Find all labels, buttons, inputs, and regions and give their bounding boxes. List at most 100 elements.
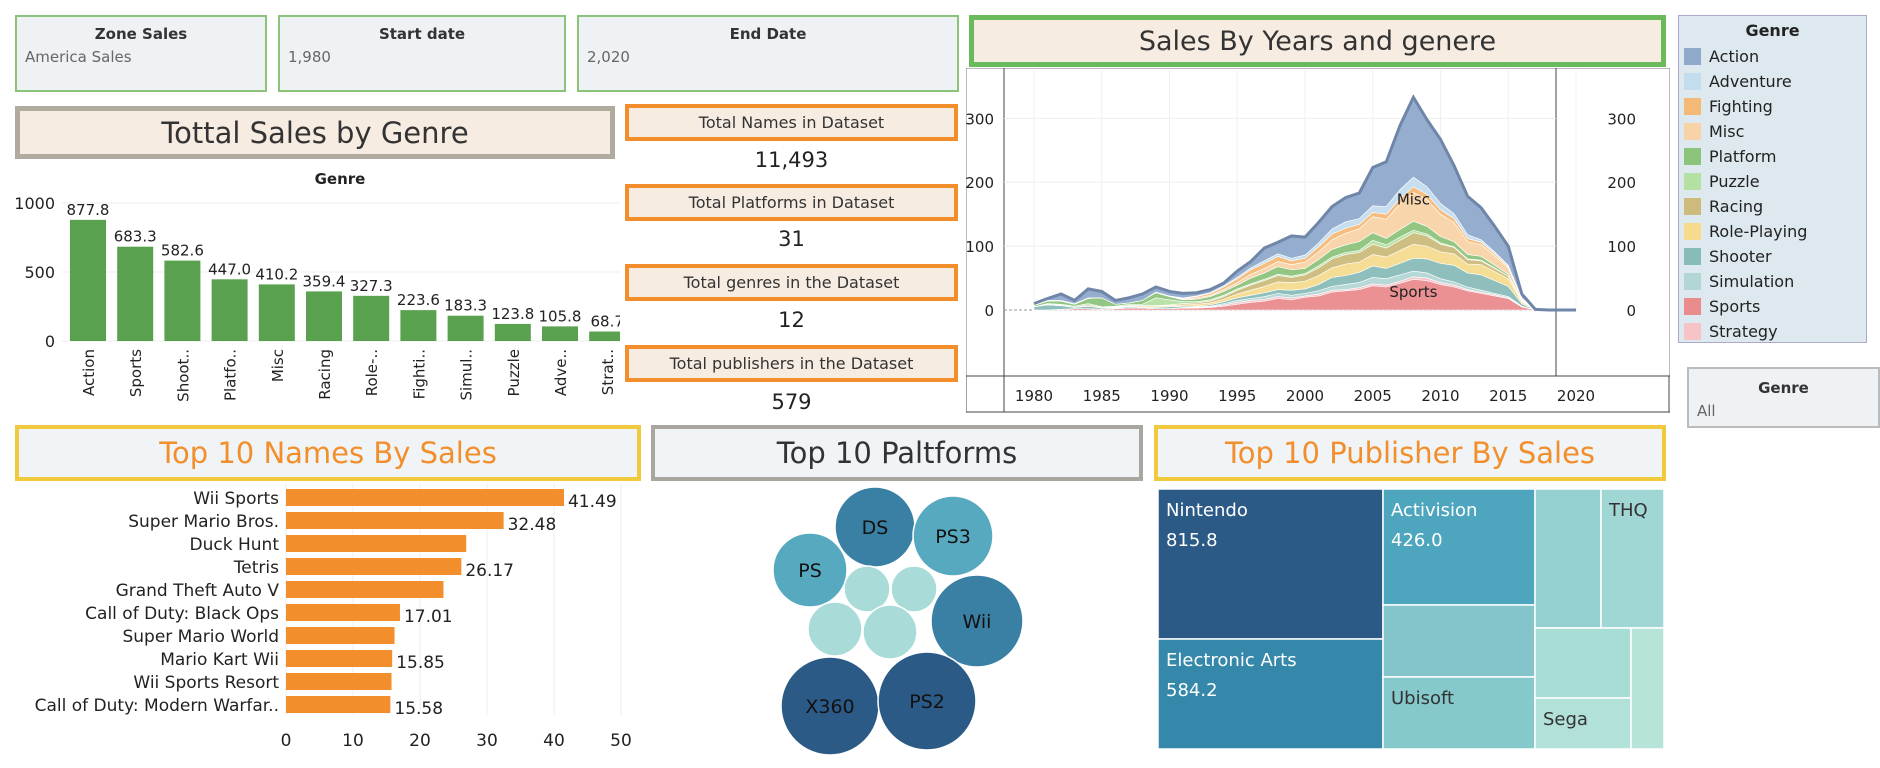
publishers-treemap: Nintendo 815.8 Electronic Arts 584.2 Activis…	[1158, 489, 1664, 749]
names-x-tick: 30	[476, 731, 498, 751]
legend-item-puzzle[interactable]: Puzzle	[1684, 171, 1760, 191]
names-category-label: Grand Theft Auto V	[116, 581, 280, 601]
genre-filter[interactable]: Genre All	[1687, 367, 1880, 428]
area-x-tick: 1980	[1015, 387, 1053, 405]
genre-category-label: Action	[80, 349, 98, 396]
area-y-tick-left: 0	[984, 302, 994, 320]
legend-swatch	[1684, 147, 1701, 165]
legend-item-shooter[interactable]: Shooter	[1684, 246, 1772, 266]
kpi-publishers-value: 579	[771, 390, 812, 414]
publisher-tile	[1534, 627, 1632, 699]
genre-bar-label: 877.8	[67, 201, 110, 219]
legend-label: Platform	[1709, 146, 1777, 166]
legend-item-platform[interactable]: Platform	[1684, 146, 1776, 166]
genre-sales-chart: Genre 0 500 1000 877.8 Action 683.3 Sports 582.6…	[14, 170, 620, 402]
legend-swatch	[1684, 97, 1701, 115]
genre-bar	[447, 315, 484, 341]
legend-swatch	[1684, 297, 1701, 315]
platforms-title-text: Top 10 Paltforms	[776, 436, 1018, 470]
kpi-genres-value: 12	[778, 308, 805, 332]
genre-category-label: Racing	[316, 349, 334, 400]
area-y-tick-left: 300	[966, 110, 994, 128]
legend-label: Simulation	[1709, 271, 1795, 291]
names-category-label: Super Mario World	[122, 627, 279, 647]
genre-axis-label: Genre	[315, 170, 366, 188]
names-x-tick: 50	[610, 731, 632, 751]
names-value-label: 41.49	[568, 492, 617, 512]
zone-sales-filter[interactable]: Zone Sales America Sales	[15, 15, 267, 92]
legend-item-fighting[interactable]: Fighting	[1684, 96, 1773, 116]
names-x-tick: 40	[543, 731, 565, 751]
names-category-label: Super Mario Bros.	[128, 512, 279, 532]
area-y-tick-right: 100	[1607, 238, 1636, 256]
legend-item-misc[interactable]: Misc	[1684, 121, 1744, 141]
genre-bar	[494, 323, 531, 341]
zone-sales-filter-title: Zone Sales	[94, 25, 188, 43]
genre-category-label: Puzzle	[505, 349, 523, 396]
platform-bubble-label: PS2	[909, 691, 945, 713]
genre-bar	[117, 246, 154, 341]
start-date-filter[interactable]: Start date 1,980	[278, 15, 566, 92]
genre-bar	[258, 284, 295, 341]
names-sales-title: Top 10 Names By Sales	[15, 425, 641, 481]
platform-bubble	[843, 565, 891, 613]
genre-bar	[164, 260, 201, 341]
genre-y-tick: 1000	[14, 194, 55, 213]
genre-legend: Genre Action Adventure Fighting Misc Platfor…	[1678, 15, 1867, 343]
names-bar	[286, 535, 467, 552]
area-x-tick: 1985	[1083, 387, 1121, 405]
names-bar	[286, 627, 395, 644]
publisher-tile-value: 815.8	[1166, 530, 1218, 551]
names-value-label: 15.58	[394, 699, 443, 719]
names-bar	[286, 673, 392, 690]
names-category-label: Mario Kart Wii	[160, 650, 279, 670]
genre-bar-label: 359.4	[303, 272, 346, 290]
genre-bar-label: 327.3	[350, 277, 393, 295]
names-bar	[286, 489, 564, 506]
legend-swatch	[1684, 122, 1701, 140]
names-sales-title-text: Top 10 Names By Sales	[159, 436, 497, 470]
area-x-tick: 2015	[1489, 387, 1527, 405]
publisher-tile-name: THQ	[1608, 500, 1648, 521]
publisher-tile-value: 426.0	[1391, 530, 1443, 551]
genre-category-label: Fighti..	[410, 349, 428, 399]
legend-item-role-playing[interactable]: Role-Playing	[1684, 221, 1807, 241]
area-annotation-misc: Misc	[1397, 191, 1430, 209]
genre-bar-label: 123.8	[491, 305, 534, 323]
legend-label: Action	[1709, 46, 1760, 66]
genre-filter-value: All	[1697, 402, 1716, 420]
end-date-filter-title: End Date	[729, 25, 807, 43]
publisher-tile	[1534, 489, 1602, 629]
publisher-tile-value: 584.2	[1166, 680, 1218, 701]
end-date-filter-value: 2,020	[587, 48, 630, 66]
legend-item-sports[interactable]: Sports	[1684, 296, 1760, 316]
legend-item-strategy[interactable]: Strategy	[1684, 321, 1778, 341]
genre-category-label: Adve..	[552, 349, 570, 396]
genre-category-label: Platfo..	[222, 349, 240, 401]
legend-label: Sports	[1709, 296, 1761, 316]
genre-legend-title: Genre	[1745, 21, 1800, 40]
legend-swatch	[1684, 272, 1701, 290]
legend-item-action[interactable]: Action	[1684, 46, 1759, 66]
legend-item-adventure[interactable]: Adventure	[1684, 71, 1792, 91]
legend-label: Strategy	[1709, 321, 1778, 341]
names-value-label: 15.85	[396, 653, 445, 673]
end-date-filter[interactable]: End Date 2,020	[577, 15, 959, 92]
kpi-platforms-label-text: Total Platforms in Dataset	[688, 193, 895, 212]
legend-label: Adventure	[1709, 71, 1792, 91]
legend-item-racing[interactable]: Racing	[1684, 196, 1763, 216]
names-bar	[286, 512, 504, 529]
publisher-tile-name: Activision	[1391, 500, 1477, 521]
genre-bar	[542, 326, 578, 341]
names-bar	[286, 650, 393, 667]
area-x-tick: 1990	[1150, 387, 1188, 405]
area-x-tick: 1995	[1218, 387, 1256, 405]
genre-bar-label: 582.6	[161, 242, 204, 260]
publisher-tile-name: Sega	[1543, 709, 1588, 730]
genre-filter-title: Genre	[1758, 379, 1809, 397]
genre-bar-label: 68.7	[590, 313, 620, 331]
genre-bar	[589, 331, 620, 341]
legend-label: Fighting	[1709, 96, 1773, 116]
legend-item-simulation[interactable]: Simulation	[1684, 271, 1794, 291]
area-annotation-sports: Sports	[1389, 283, 1437, 301]
